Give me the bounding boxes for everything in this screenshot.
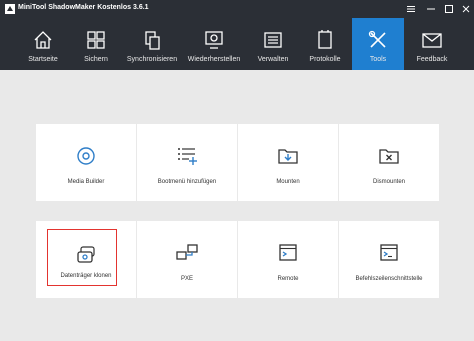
tool-card-pxe[interactable]: PXE (137, 221, 237, 298)
nav-item-label: Sichern (84, 56, 108, 63)
tools-icon (368, 30, 386, 48)
title-bar: MiniTool ShadowMaker Kostenlos 3.6.1 (0, 0, 474, 18)
nav-item-startseite[interactable]: Startseite (20, 18, 66, 70)
nav-item-label: Feedback (416, 56, 448, 63)
menu-icon[interactable] (405, 3, 417, 15)
dismount-folder-icon (379, 149, 399, 164)
tool-card-label: Befehlszeilenschnittstelle (355, 276, 423, 282)
nav-item-feedback[interactable]: Feedback (410, 18, 454, 70)
tool-card-label: Mounten (276, 179, 300, 185)
mail-icon (422, 33, 442, 48)
tool-card-dismounten[interactable]: Dismounten (339, 124, 439, 201)
tool-card-label: Dismounten (372, 179, 405, 185)
tool-card-bootmenu[interactable]: Bootmenü hinzufügen (137, 124, 237, 201)
disc-icon (77, 147, 95, 165)
restore-icon (205, 31, 223, 49)
tool-card-label: Media Builder (67, 179, 105, 185)
network-icon (176, 244, 198, 260)
manage-icon (264, 32, 282, 48)
nav-item-label: Protokolle (309, 56, 341, 63)
tool-card-label: Bootmenü hinzufügen (157, 179, 217, 185)
nav-item-sichern[interactable]: Sichern (73, 18, 119, 70)
nav-item-verwalten[interactable]: Verwalten (250, 18, 296, 70)
backup-icon (87, 31, 105, 49)
boot-menu-icon (178, 148, 197, 165)
window-title: MiniTool ShadowMaker Kostenlos 3.6.1 (18, 4, 149, 11)
mount-folder-icon (278, 149, 298, 164)
tool-card-media-builder[interactable]: Media Builder (36, 124, 136, 201)
command-line-icon (380, 244, 398, 261)
home-icon (34, 31, 52, 49)
app-logo-icon (5, 4, 15, 14)
nav-item-protokolle[interactable]: Protokolle (302, 18, 348, 70)
tool-card-remote[interactable]: Remote (238, 221, 338, 298)
tool-card-label: PXE (180, 276, 193, 282)
nav-item-tools[interactable]: Tools (352, 18, 404, 70)
tool-card-mounten[interactable]: Mounten (238, 124, 338, 201)
nav-item-label: Wiederherstellen (187, 56, 241, 63)
tool-card-befehlszeile[interactable]: Befehlszeilenschnittstelle (339, 221, 439, 298)
nav-item-label: Startseite (28, 56, 58, 63)
nav-item-wiederherstellen[interactable]: Wiederherstellen (186, 18, 242, 70)
selection-highlight (47, 229, 117, 286)
maximize-icon[interactable] (443, 3, 455, 15)
close-icon[interactable] (460, 3, 472, 15)
terminal-icon (279, 244, 297, 261)
main-navigation: Startseite Sichern Synchronisieren Wiede… (0, 18, 474, 70)
sync-icon (145, 31, 160, 50)
tool-card-label: Remote (277, 276, 299, 282)
nav-item-synchronisieren[interactable]: Synchronisieren (124, 18, 180, 70)
logs-icon (318, 30, 332, 49)
nav-item-label: Tools (369, 56, 387, 63)
nav-item-label: Synchronisieren (126, 56, 178, 63)
minimize-icon[interactable] (425, 3, 437, 15)
nav-item-label: Verwalten (257, 56, 289, 63)
